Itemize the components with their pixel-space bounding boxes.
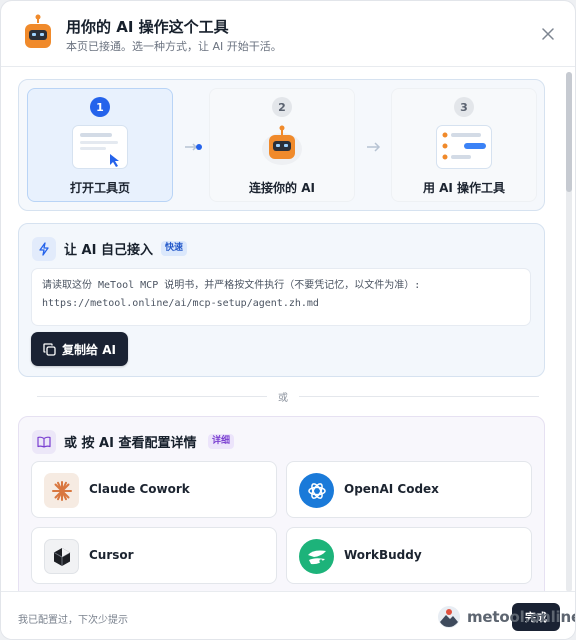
- fast-badge: 快速: [161, 241, 188, 256]
- tool-panel-icon: [436, 125, 492, 169]
- quick-setup-card: 让 AI 自己接入 快速 请读取这份 MeTool MCP 说明书，并严格按文件…: [18, 223, 545, 377]
- detail-setup-card: 或 按 AI 查看配置详情 详细 Claude Cowork OpenAI Co…: [18, 416, 545, 591]
- quick-setup-title: 让 AI 自己接入: [64, 243, 153, 258]
- openai-icon: [299, 473, 334, 508]
- tool-name: OpenAI Codex: [344, 482, 439, 496]
- arrow-right-icon: [367, 142, 381, 152]
- step-label: 连接你的 AI: [249, 181, 315, 195]
- copy-icon: [43, 342, 56, 356]
- copy-to-ai-button[interactable]: 复制给 AI: [31, 332, 128, 366]
- lightning-icon: [32, 237, 56, 261]
- ai-setup-dialog: 用你的 AI 操作这个工具 本页已接通。选一种方式，让 AI 开始干活。 1 打…: [0, 0, 576, 640]
- step-number: 1: [90, 97, 110, 117]
- instruction-url: https://metool.online/ai/mcp-setup/agent…: [42, 298, 319, 309]
- watermark-text: metool.online: [467, 608, 576, 626]
- divider-line: [299, 396, 539, 397]
- tool-cursor[interactable]: Cursor: [31, 527, 277, 584]
- scrollbar-thumb[interactable]: [566, 72, 572, 192]
- metool-logo-icon: [438, 606, 460, 628]
- setup-steps: 1 打开工具页 2 连接你的 AI 3 用 AI 操作工具: [18, 79, 545, 211]
- step-connect-ai: 2 连接你的 AI: [209, 88, 355, 202]
- step-operate-tool: 3 用 AI 操作工具: [391, 88, 537, 202]
- dont-remind-link[interactable]: 我已配置过，下次少提示: [18, 611, 128, 626]
- step-open-tool-page: 1 打开工具页: [27, 88, 173, 202]
- robot-logo-icon: [25, 14, 51, 48]
- step-label: 打开工具页: [69, 181, 130, 195]
- divider-or: 或: [278, 393, 288, 404]
- tool-name: Cursor: [89, 548, 134, 562]
- step-number: 2: [272, 97, 292, 117]
- dialog-title: 用你的 AI 操作这个工具: [66, 18, 229, 36]
- step-label: 用 AI 操作工具: [422, 181, 506, 195]
- tool-workbuddy[interactable]: WorkBuddy: [286, 527, 532, 584]
- book-icon: [32, 430, 56, 454]
- robot-icon: [262, 125, 302, 165]
- step-number: 3: [454, 97, 474, 117]
- dialog-header: 用你的 AI 操作这个工具 本页已接通。选一种方式，让 AI 开始干活。: [1, 1, 575, 67]
- dialog-subtitle: 本页已接通。选一种方式，让 AI 开始干活。: [66, 40, 282, 53]
- tool-openai-codex[interactable]: OpenAI Codex: [286, 461, 532, 518]
- detail-setup-title: 或 按 AI 查看配置详情: [64, 436, 197, 451]
- tool-name: WorkBuddy: [344, 548, 422, 562]
- step-connector-icon: [185, 143, 202, 151]
- claude-icon: [44, 473, 79, 508]
- copy-button-label: 复制给 AI: [62, 342, 116, 357]
- close-button[interactable]: [537, 23, 559, 45]
- tool-claude-cowork[interactable]: Claude Cowork: [31, 461, 277, 518]
- dialog-footer: 我已配置过，下次少提示 完成 metool.online: [1, 591, 576, 639]
- tool-name: Claude Cowork: [89, 482, 190, 496]
- web-page-cursor-icon: [72, 125, 128, 169]
- instruction-box[interactable]: 请读取这份 MeTool MCP 说明书，并严格按文件执行（不要凭记忆，以文件为…: [31, 268, 531, 326]
- divider-line: [37, 396, 267, 397]
- detail-badge: 详细: [208, 434, 235, 449]
- cursor-icon: [44, 539, 79, 574]
- instruction-text: 请读取这份 MeTool MCP 说明书，并严格按文件执行（不要凭记忆，以文件为…: [42, 280, 421, 291]
- dialog-body: 1 打开工具页 2 连接你的 AI 3 用 AI 操作工具 让 AI 自己接入 …: [1, 67, 575, 591]
- close-icon: [542, 28, 554, 40]
- workbuddy-icon: [299, 539, 334, 574]
